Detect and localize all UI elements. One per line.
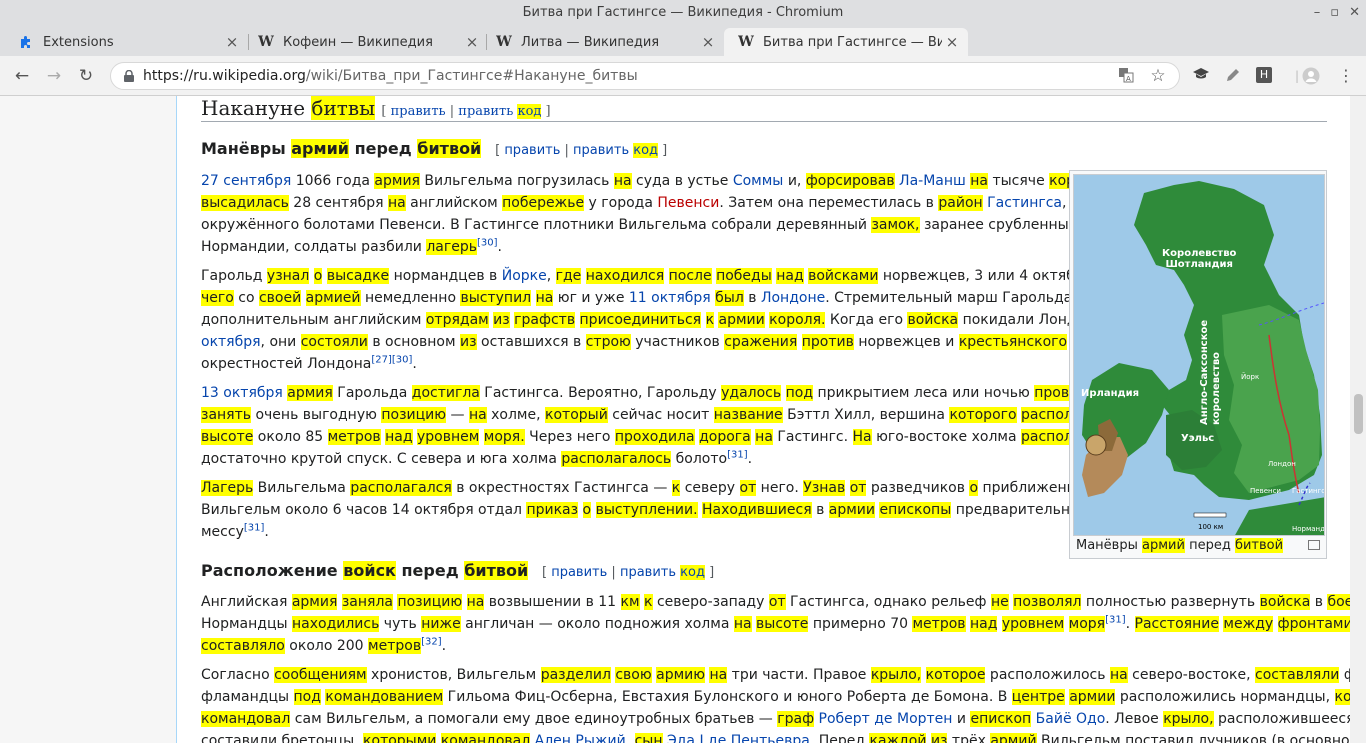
puzzle-icon bbox=[18, 34, 34, 50]
tab-caffeine[interactable]: W Кофеин — Википедия × bbox=[240, 28, 488, 56]
map-label-york: Йорк bbox=[1241, 373, 1260, 381]
forward-icon[interactable]: → bbox=[43, 65, 65, 87]
url-path: /wiki/Битва_при_Гастингсе#Накануне_битвы bbox=[305, 68, 638, 84]
edit-link[interactable]: править bbox=[504, 143, 560, 158]
paragraph-landing: 27 сентября 1066 года армия Вильгельма п… bbox=[201, 170, 1163, 258]
map-label-hastings: Гастингс bbox=[1292, 487, 1325, 495]
browser-toolbar: ← → ↻ https://ru.wikipedia.org/wiki/Битв… bbox=[0, 56, 1366, 96]
scrollbar-thumb[interactable] bbox=[1354, 394, 1363, 434]
close-tab-icon[interactable]: × bbox=[942, 33, 962, 51]
url-text: https://ru.wikipedia.org/wiki/Битва_при_… bbox=[143, 63, 638, 89]
paragraph-english-position: Английская армия заняла позицию на возвы… bbox=[201, 591, 1366, 657]
edit-section-links: [ править | править код ] bbox=[533, 565, 715, 580]
map-label-normandy: Нормандия bbox=[1292, 525, 1325, 533]
close-window-icon[interactable]: ✕ bbox=[1349, 4, 1360, 22]
edit-section-links: [ править | править код ] bbox=[486, 143, 668, 158]
page-viewport: Накануне битвы [ править | править код ]… bbox=[0, 96, 1366, 743]
lock-icon bbox=[124, 70, 134, 82]
extension-h-icon[interactable]: H bbox=[1256, 67, 1272, 83]
tab-label: Extensions bbox=[43, 34, 114, 50]
tab-bar: Extensions × W Кофеин — Википедия × W Ли… bbox=[0, 26, 1366, 77]
minimize-icon[interactable]: – bbox=[1314, 4, 1321, 22]
bookmark-star-icon[interactable]: ☆ bbox=[1149, 67, 1167, 85]
vertical-scrollbar[interactable] bbox=[1350, 96, 1366, 743]
map-label-ireland: Ирландия bbox=[1081, 388, 1140, 399]
map-label-scotland: Королевство Шотландия bbox=[1162, 248, 1237, 270]
map-label-pevensey: Певенси bbox=[1250, 487, 1281, 495]
paragraph-arrival: 13 октября армия Гарольда достигла Гасти… bbox=[201, 382, 1170, 470]
wikipedia-icon: W bbox=[496, 34, 512, 50]
tab-extensions[interactable]: Extensions × bbox=[0, 28, 248, 56]
window-titlebar: Битва при Гастингсе — Википедия - Chromi… bbox=[0, 0, 1366, 26]
tab-lithuania[interactable]: W Литва — Википедия × bbox=[478, 28, 724, 56]
article-body: Накануне битвы [ править | править код ]… bbox=[176, 96, 1366, 743]
maximize-icon[interactable]: ▫ bbox=[1330, 4, 1339, 22]
subsection-heading-deployment: Расположение войск перед битвой [ правит… bbox=[201, 561, 715, 580]
back-icon[interactable]: ← bbox=[11, 65, 33, 87]
tab-label: Кофеин — Википедия bbox=[283, 34, 433, 50]
paragraph-norman-division: Согласно сообщениям хронистов, Вильгельм… bbox=[201, 664, 1366, 743]
translate-icon[interactable]: A bbox=[1117, 67, 1135, 85]
tab-label: Литва — Википедия bbox=[521, 34, 660, 50]
edit-code-link[interactable]: править код bbox=[620, 565, 705, 580]
map-scale-label: 100 км bbox=[1198, 523, 1224, 531]
map-label-wales: Уэльс bbox=[1181, 433, 1215, 444]
profile-icon[interactable] bbox=[1302, 67, 1320, 85]
window-title: Битва при Гастингсе — Википедия - Chromi… bbox=[522, 5, 844, 20]
address-bar[interactable]: https://ru.wikipedia.org/wiki/Битва_при_… bbox=[110, 62, 1180, 90]
pen-icon[interactable] bbox=[1224, 67, 1242, 85]
edit-code-link[interactable]: править код bbox=[458, 104, 542, 119]
edit-code-link[interactable]: править код bbox=[573, 143, 659, 158]
edit-section-links: [ править | править код ] bbox=[381, 104, 551, 119]
edit-link[interactable]: править bbox=[391, 104, 446, 119]
subsection-heading-maneuvers: Манёвры армий перед битвой [ править | п… bbox=[201, 139, 668, 158]
graduation-cap-icon[interactable] bbox=[1192, 67, 1210, 85]
figure-map: Королевство Шотландия Ирландия Уэльс Англ… bbox=[1069, 170, 1327, 559]
url-host: https://ru.wikipedia.org bbox=[143, 68, 306, 84]
window-controls: – ▫ ✕ bbox=[1314, 4, 1360, 22]
wikipedia-icon: W bbox=[258, 34, 274, 50]
menu-kebab-icon[interactable]: ⋮ bbox=[1337, 67, 1355, 85]
paragraph-camp: Лагерь Вильгельма располагался в окрестн… bbox=[201, 480, 1165, 540]
magnify-icon[interactable] bbox=[1308, 540, 1320, 550]
map-image[interactable]: Королевство Шотландия Ирландия Уэльс Англ… bbox=[1073, 174, 1325, 536]
close-tab-icon[interactable]: × bbox=[222, 33, 242, 51]
close-tab-icon[interactable]: × bbox=[698, 33, 718, 51]
reload-icon[interactable]: ↻ bbox=[75, 65, 97, 87]
wikipedia-icon: W bbox=[738, 34, 754, 50]
svg-text:A: A bbox=[1126, 75, 1131, 83]
edit-link[interactable]: править bbox=[551, 565, 607, 580]
section-heading-eve-of-battle: Накануне битвы [ править | править код ] bbox=[201, 96, 1327, 122]
map-label-anglo-saxon: Англо-Саксонское королевство bbox=[1199, 319, 1222, 425]
map-label-london: Лондон bbox=[1268, 460, 1296, 468]
tab-label: Битва при Гастингсе — Википедия bbox=[763, 34, 942, 50]
figure-caption: Манёвры армий перед битвой bbox=[1076, 538, 1284, 553]
paragraph-harold: Гарольд узнал о высадке нормандцев в Йор… bbox=[201, 265, 1168, 375]
tab-hastings[interactable]: W Битва при Гастингсе — Википедия × bbox=[724, 28, 968, 56]
